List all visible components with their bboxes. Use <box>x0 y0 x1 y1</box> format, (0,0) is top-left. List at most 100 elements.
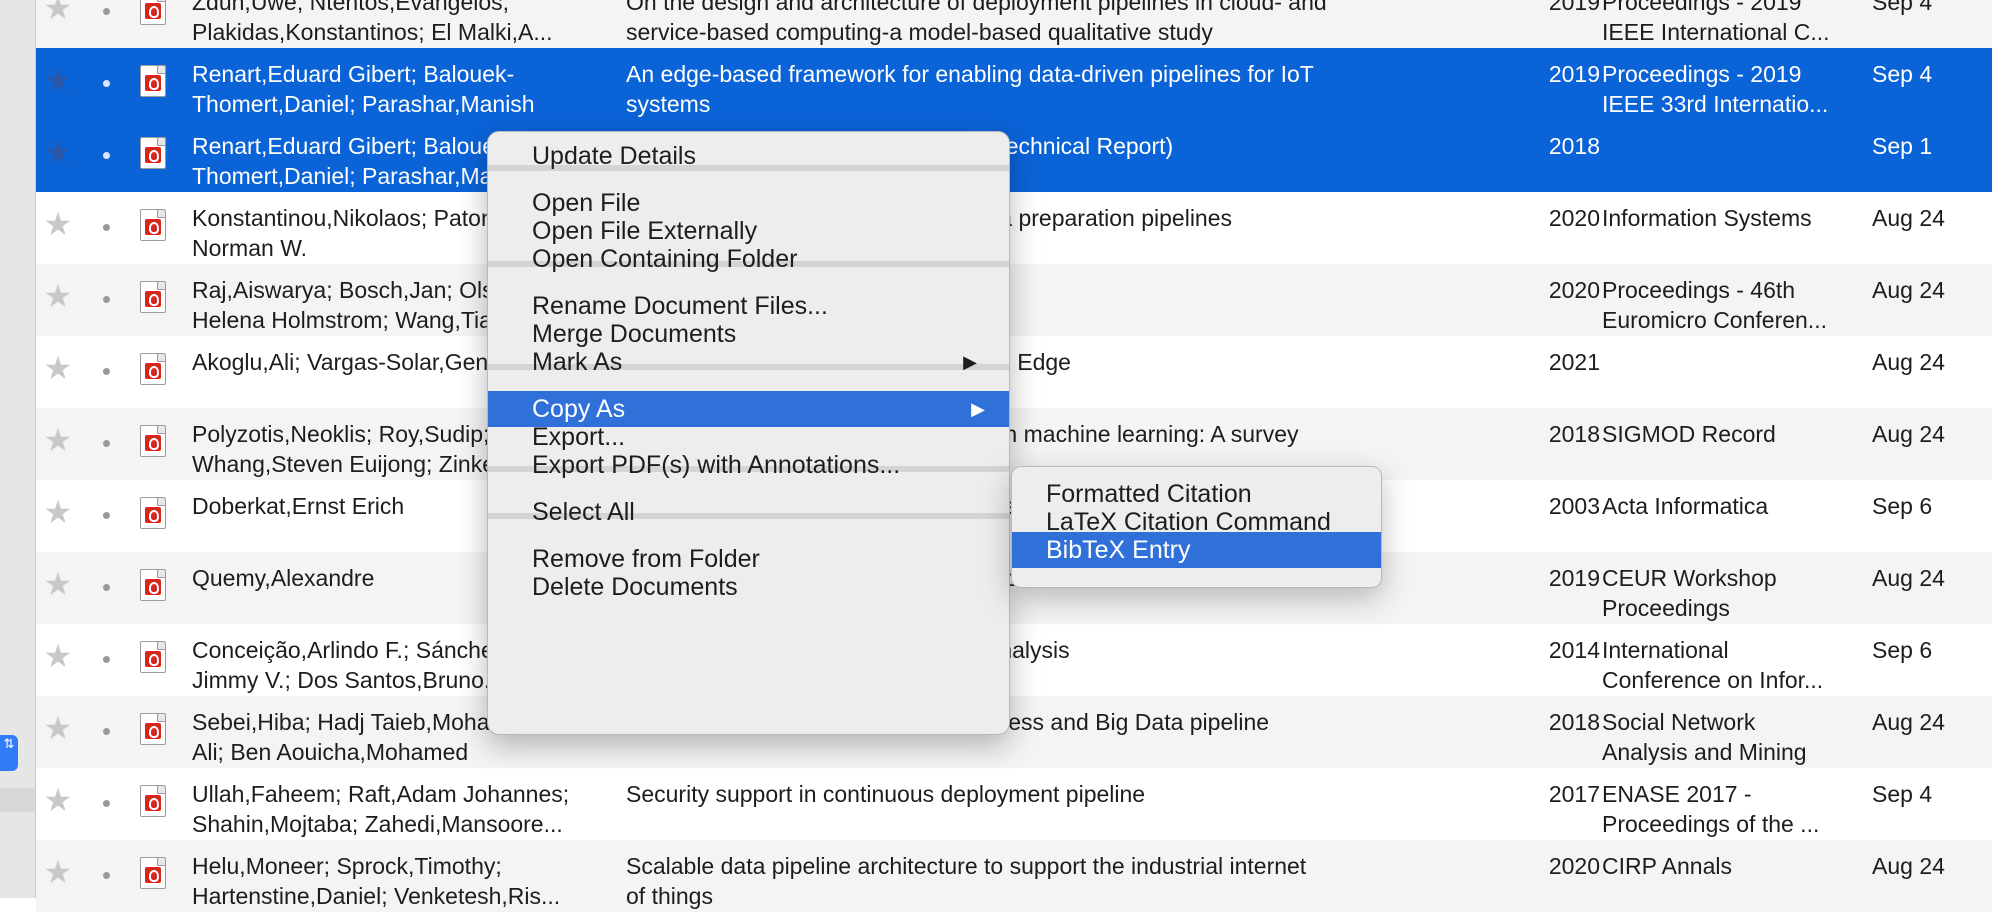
read-status-dot-icon[interactable] <box>103 80 110 87</box>
journal-line: Analysis and Mining <box>1602 739 1807 765</box>
journal-line: CEUR Workshop <box>1602 565 1777 591</box>
read-status-dot-icon[interactable] <box>103 872 110 879</box>
cell-date: Sep 6 <box>1872 493 1933 519</box>
table-row[interactable]: ★ Zdun,Uwe; Ntentos,Evangelos; Plakidas,Ko… <box>36 0 1992 48</box>
favorite-star-icon[interactable]: ★ <box>42 784 74 816</box>
menu-item-open-containing-folder[interactable]: Open Containing Folder <box>496 241 1001 277</box>
pdf-file-icon[interactable] <box>140 713 166 745</box>
authors-line: Hartenstine,Daniel; Venketesh,Ris... <box>192 883 561 909</box>
menu-item-select-all[interactable]: Select All <box>496 494 1001 530</box>
sidebar-stepper-icon[interactable]: ⇅ <box>0 735 18 771</box>
table-row[interactable]: ★ Conceição,Arlindo F.; Sánchez, Jimmy V.;… <box>36 624 1992 696</box>
cell-year: 2003 <box>1548 493 1600 519</box>
menu-item-delete-documents[interactable]: Delete Documents <box>496 569 1001 605</box>
cell-date: Aug 24 <box>1872 205 1945 231</box>
cell-journal: ENASE 2017 - Proceedings of the ... <box>1602 779 1876 839</box>
pdf-logo-icon <box>145 147 161 163</box>
favorite-star-icon[interactable]: ★ <box>42 568 74 600</box>
pdf-file-icon[interactable] <box>140 209 166 241</box>
cell-date: Aug 24 <box>1872 421 1945 447</box>
authors-line: Helu,Moneer; Sprock,Timothy; <box>192 853 502 879</box>
favorite-star-icon[interactable]: ★ <box>42 352 74 384</box>
cell-journal: Proceedings - 2019 IEEE 33rd Internatio..… <box>1602 59 1876 119</box>
read-status-dot-icon[interactable] <box>103 728 110 735</box>
cell-year: 2019 <box>1548 0 1600 15</box>
journal-line: Euromicro Conferen... <box>1602 307 1827 333</box>
cell-journal: CIRP Annals <box>1602 851 1876 881</box>
title-line: Security support in continuous deploymen… <box>626 781 1146 807</box>
table-row[interactable]: ★ Renart,Eduard Gibert; Balouek- Thomert,D… <box>36 48 1992 120</box>
read-status-dot-icon[interactable] <box>103 512 110 519</box>
read-status-dot-icon[interactable] <box>103 224 110 231</box>
cell-journal: Acta Informatica <box>1602 491 1876 521</box>
pdf-file-icon[interactable] <box>140 785 166 817</box>
menu-item-update-details[interactable]: Update Details <box>496 138 1001 174</box>
table-row[interactable]: ★Akoglu,Ali; Vargas-Solar,GenovevaPuttin… <box>36 336 1992 408</box>
submenu-item-bibtex-entry[interactable]: BibTeX Entry <box>1012 532 1381 568</box>
favorite-star-icon[interactable]: ★ <box>42 856 74 888</box>
favorite-star-icon[interactable]: ★ <box>42 640 74 672</box>
cell-journal: SIGMOD Record <box>1602 419 1876 449</box>
table-row[interactable]: ★ Renart,Eduard Gibert; Balouek- Thomert,D… <box>36 120 1992 192</box>
favorite-star-icon[interactable]: ★ <box>42 208 74 240</box>
table-row[interactable]: ★ Sebei,Hiba; Hadj Taieb,Mohamed Ali; Ben … <box>36 696 1992 768</box>
title-line: of things <box>626 883 713 909</box>
authors-line: Ullah,Faheem; Raft,Adam Johannes; <box>192 781 570 807</box>
favorite-star-icon[interactable]: ★ <box>42 424 74 456</box>
journal-line: CIRP Annals <box>1602 853 1732 879</box>
read-status-dot-icon[interactable] <box>103 296 110 303</box>
context-menu: Update Details Open File Open File Externa… <box>487 131 1010 735</box>
menu-item-label: Update Details <box>532 142 696 170</box>
authors-line: Ali; Ben Aouicha,Mohamed <box>192 739 469 765</box>
menu-item-label: Mark As <box>532 348 623 376</box>
cell-year: 2020 <box>1548 205 1600 231</box>
cell-date: Sep 1 <box>1872 133 1933 159</box>
read-status-dot-icon[interactable] <box>103 584 110 591</box>
favorite-star-icon[interactable]: ★ <box>42 280 74 312</box>
table-row[interactable]: ★ Raj,Aiswarya; Bosch,Jan; Olsson, Helena … <box>36 264 1992 336</box>
pdf-file-icon[interactable] <box>140 281 166 313</box>
pdf-logo-icon <box>145 507 161 523</box>
authors-line: Plakidas,Konstantinos; El Malki,A... <box>192 19 553 45</box>
favorite-star-icon[interactable]: ★ <box>42 64 74 96</box>
favorite-star-icon[interactable]: ★ <box>42 136 74 168</box>
read-status-dot-icon[interactable] <box>103 800 110 807</box>
table-row[interactable]: ★Konstantinou,Nikolaos; Paton,Norman W.F… <box>36 192 1992 264</box>
pdf-logo-icon <box>145 867 161 883</box>
favorite-star-icon[interactable]: ★ <box>42 0 74 24</box>
table-row[interactable]: ★ Ullah,Faheem; Raft,Adam Johannes; Shahin… <box>36 768 1992 840</box>
pdf-file-icon[interactable] <box>140 641 166 673</box>
pdf-file-icon[interactable] <box>140 569 166 601</box>
pdf-logo-icon <box>145 723 161 739</box>
favorite-star-icon[interactable]: ★ <box>42 496 74 528</box>
menu-item-mark-as[interactable]: Mark As ▶ <box>496 344 1001 380</box>
read-status-dot-icon[interactable] <box>103 152 110 159</box>
cell-date: Sep 4 <box>1872 0 1933 15</box>
copy-as-submenu: Formatted Citation LaTeX Citation Command… <box>1011 466 1382 588</box>
cell-journal: Proceedings - 2019 IEEE International C..… <box>1602 0 1876 47</box>
pdf-file-icon[interactable] <box>140 497 166 529</box>
read-status-dot-icon[interactable] <box>103 8 110 15</box>
menu-item-label: Select All <box>532 498 635 526</box>
authors-line: Zdun,Uwe; Ntentos,Evangelos; <box>192 0 510 15</box>
pdf-file-icon[interactable] <box>140 425 166 457</box>
read-status-dot-icon[interactable] <box>103 368 110 375</box>
pdf-file-icon[interactable] <box>140 137 166 169</box>
cell-date: Sep 4 <box>1872 61 1933 87</box>
sidebar-bottom-bar <box>0 788 35 812</box>
cell-authors: Ullah,Faheem; Raft,Adam Johannes; Shahin,… <box>192 779 612 839</box>
read-status-dot-icon[interactable] <box>103 656 110 663</box>
journal-line: Proceedings - 2019 <box>1602 61 1802 87</box>
pdf-file-icon[interactable] <box>140 857 166 889</box>
table-row[interactable]: ★ Helu,Moneer; Sprock,Timothy; Hartenstine… <box>36 840 1992 912</box>
favorite-star-icon[interactable]: ★ <box>42 712 74 744</box>
cell-authors: Zdun,Uwe; Ntentos,Evangelos; Plakidas,Kon… <box>192 0 612 47</box>
title-line: service-based computing-a model-based qu… <box>626 19 1213 45</box>
menu-item-export-pdf-annotations[interactable]: Export PDF(s) with Annotations... <box>496 447 1001 483</box>
pdf-file-icon[interactable] <box>140 0 166 25</box>
read-status-dot-icon[interactable] <box>103 440 110 447</box>
menu-item-label: Open Containing Folder <box>532 245 798 273</box>
pdf-file-icon[interactable] <box>140 65 166 97</box>
cell-year: 2018 <box>1548 709 1600 735</box>
pdf-file-icon[interactable] <box>140 353 166 385</box>
